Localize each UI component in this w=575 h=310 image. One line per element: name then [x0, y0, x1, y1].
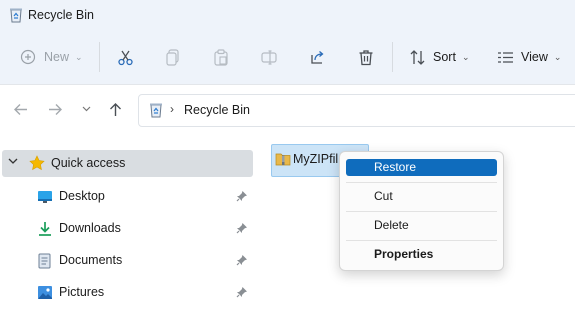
share-button[interactable] — [309, 44, 326, 70]
cut-button[interactable] — [117, 44, 134, 70]
menu-item-properties[interactable]: Properties — [346, 246, 497, 263]
paste-button[interactable] — [213, 44, 229, 70]
chevron-right-icon: › — [170, 102, 174, 116]
menu-item-label: Cut — [374, 189, 393, 203]
sort-label: Sort — [433, 50, 456, 64]
view-button[interactable]: View ⌄ — [497, 44, 561, 70]
pin-icon[interactable] — [236, 190, 248, 202]
menu-item-delete[interactable]: Delete — [346, 217, 497, 234]
sidebar-item-label: Downloads — [59, 221, 121, 235]
chevron-down-icon[interactable] — [8, 158, 18, 165]
copy-button[interactable] — [165, 44, 181, 70]
chevron-down-icon: ⌄ — [553, 51, 562, 62]
sidebar-item-label: Desktop — [59, 189, 105, 203]
address-bar[interactable]: › Recycle Bin — [138, 94, 575, 127]
toolbar-divider — [392, 42, 393, 72]
menu-item-label: Restore — [374, 160, 417, 174]
view-label: View — [521, 50, 548, 64]
sort-button[interactable]: Sort ⌄ — [409, 44, 469, 70]
menu-divider — [346, 240, 497, 241]
recent-locations-button[interactable] — [77, 100, 95, 118]
rename-button[interactable] — [261, 44, 278, 70]
menu-item-cut[interactable]: Cut — [346, 188, 497, 205]
chevron-down-icon: ⌄ — [75, 51, 83, 62]
delete-icon — [358, 49, 374, 66]
star-icon — [29, 155, 45, 171]
menu-item-label: Properties — [374, 247, 434, 261]
toolbar-divider — [99, 42, 100, 72]
sidebar-item-downloads[interactable]: Downloads — [0, 214, 255, 244]
chevron-down-icon: ⌄ — [461, 51, 470, 62]
menu-item-label: Delete — [374, 218, 409, 232]
forward-arrow-icon — [48, 103, 63, 116]
recycle-bin-icon — [149, 102, 163, 118]
view-details-icon — [497, 50, 514, 65]
pin-icon[interactable] — [236, 286, 248, 298]
sidebar-item-label: Documents — [59, 253, 123, 267]
plus-circle-icon — [20, 49, 36, 65]
download-icon — [37, 221, 53, 237]
desktop-icon — [37, 189, 53, 204]
file-name: MyZIPfil — [293, 152, 339, 166]
back-button[interactable] — [11, 100, 29, 118]
menu-divider — [346, 211, 497, 212]
sidebar-item-label: Pictures — [59, 285, 105, 299]
sidebar-item-quick-access[interactable]: Quick access — [2, 150, 253, 177]
window-title: Recycle Bin — [28, 8, 94, 22]
copy-icon — [165, 48, 181, 66]
sidebar-item-label: Quick access — [51, 156, 126, 170]
up-arrow-icon — [109, 102, 122, 117]
sidebar-item-pictures[interactable]: Pictures — [0, 278, 255, 308]
context-menu: Restore Cut Delete Properties — [339, 151, 504, 271]
up-button[interactable] — [106, 100, 124, 118]
new-label: New — [44, 50, 70, 64]
sidebar-item-documents[interactable]: Documents — [0, 246, 255, 276]
recent-chevron-icon — [82, 106, 91, 112]
pin-icon[interactable] — [236, 254, 248, 266]
documents-icon — [37, 253, 52, 269]
title-bar: Recycle Bin — [0, 0, 575, 30]
delete-button[interactable] — [358, 44, 374, 70]
sort-icon — [409, 49, 426, 66]
menu-divider — [346, 182, 497, 183]
pin-icon[interactable] — [236, 222, 248, 234]
share-icon — [309, 49, 326, 66]
pictures-icon — [37, 285, 53, 300]
command-bar: New ⌄ Sort ⌄ View ⌄ — [0, 30, 575, 85]
zip-folder-icon — [275, 152, 291, 166]
menu-item-restore[interactable]: Restore — [346, 159, 497, 176]
forward-button[interactable] — [46, 100, 64, 118]
rename-icon — [261, 49, 278, 66]
breadcrumb[interactable]: Recycle Bin — [184, 103, 250, 117]
sidebar-item-desktop[interactable]: Desktop — [0, 182, 255, 212]
paste-icon — [213, 48, 229, 66]
new-button[interactable]: New ⌄ — [20, 44, 83, 70]
cut-icon — [117, 49, 134, 66]
recycle-bin-icon — [9, 7, 23, 23]
back-arrow-icon — [13, 103, 28, 116]
